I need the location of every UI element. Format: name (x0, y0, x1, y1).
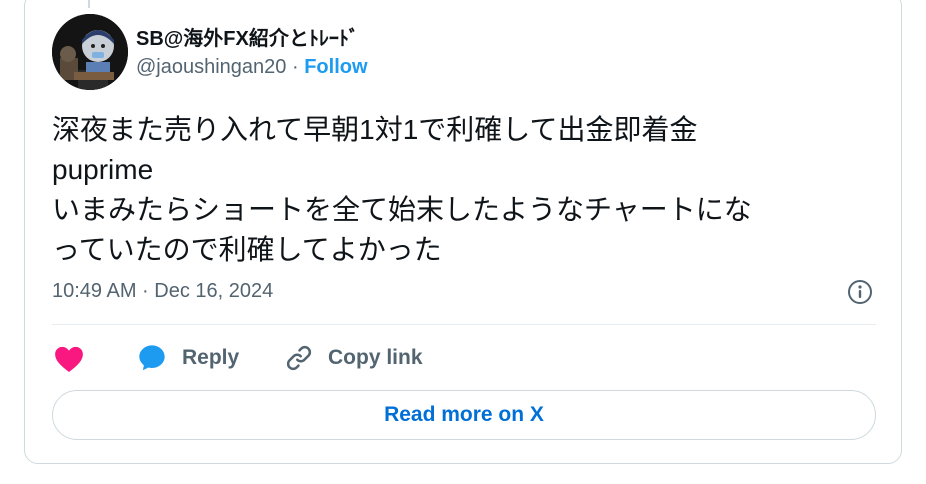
separator-dot: · (291, 56, 299, 78)
read-more-button[interactable]: Read more on X (52, 390, 876, 440)
handle-row: @jaoushingan20 · Follow (136, 56, 368, 79)
reply-button[interactable]: Reply (136, 340, 239, 376)
avatar[interactable] (52, 14, 128, 90)
follow-button[interactable]: Follow (304, 56, 367, 78)
avatar-image (52, 14, 128, 90)
tweet-text-line: puprime (52, 154, 154, 185)
tweet-text-line: いまみたらショートを全て始末したようなチャートにな (52, 194, 752, 225)
tweet-text: 深夜また売り入れて早朝1対1で利確して出金即着金 puprime いまみたらショ… (52, 110, 872, 270)
tweet-timestamp[interactable]: 10:49 AM · Dec 16, 2024 (52, 280, 273, 303)
heart-icon (55, 346, 83, 373)
author-handle[interactable]: @jaoushingan20 (136, 56, 286, 78)
tweet-text-line: っていたので利確してよかった (52, 234, 442, 265)
like-button[interactable] (52, 342, 86, 376)
reply-label: Reply (182, 346, 240, 369)
copy-link-button[interactable]: Copy link (284, 340, 423, 376)
thread-line (88, 0, 90, 8)
tweet-text-line: 深夜また売り入れて早朝1対1で利確して出金即着金 (52, 114, 698, 145)
speech-bubble-icon (139, 345, 165, 371)
divider (52, 324, 876, 325)
info-icon[interactable] (846, 278, 874, 306)
author-name[interactable]: SB@海外FX紹介とﾄﾚｰﾄﾞ (136, 22, 359, 51)
copy-link-label: Copy link (328, 346, 423, 369)
link-icon (286, 345, 312, 371)
action-bar: Reply Copy link (52, 340, 876, 376)
